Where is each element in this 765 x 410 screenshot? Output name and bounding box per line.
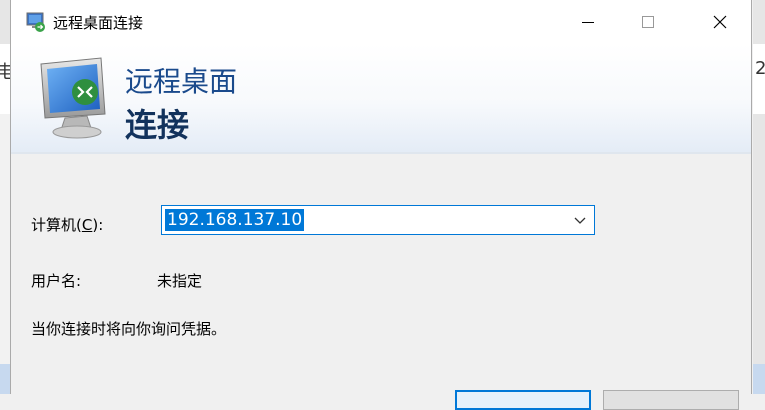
remote-desktop-icon [26, 12, 45, 32]
header-banner: 远程桌面 连接 [11, 44, 751, 153]
background-text: 2 [755, 58, 765, 79]
connect-button[interactable] [455, 390, 591, 410]
help-button[interactable] [603, 390, 739, 410]
username-label: 用户名: [31, 272, 82, 290]
close-button[interactable] [697, 0, 743, 44]
title-bar[interactable]: 远程桌面连接 [11, 0, 751, 44]
background-window-right: 2 [753, 0, 765, 394]
username-value: 未指定 [157, 272, 203, 290]
computer-input[interactable]: 192.168.137.10 [165, 209, 305, 231]
close-icon [713, 15, 727, 29]
maximize-button[interactable] [625, 0, 671, 44]
banner-subtitle: 连接 [125, 106, 190, 144]
remote-desktop-dialog: 远程桌面连接 远程桌面 连接 计算机(C): 192.168.137.10 用户… [10, 0, 752, 410]
computer-label: 计算机(C): [31, 216, 104, 234]
computer-combobox[interactable]: 192.168.137.10 [161, 205, 595, 235]
banner-title: 远程桌面 [125, 65, 238, 98]
minimize-button[interactable] [565, 0, 611, 44]
remote-desktop-monitor-icon [40, 57, 106, 139]
chevron-down-icon[interactable] [572, 212, 588, 228]
credentials-info-text: 当你连接时将向你询问凭据。 [31, 320, 227, 338]
minimize-icon [582, 21, 594, 23]
divider [11, 152, 751, 154]
window-title: 远程桌面连接 [53, 14, 144, 32]
maximize-icon [642, 16, 654, 28]
